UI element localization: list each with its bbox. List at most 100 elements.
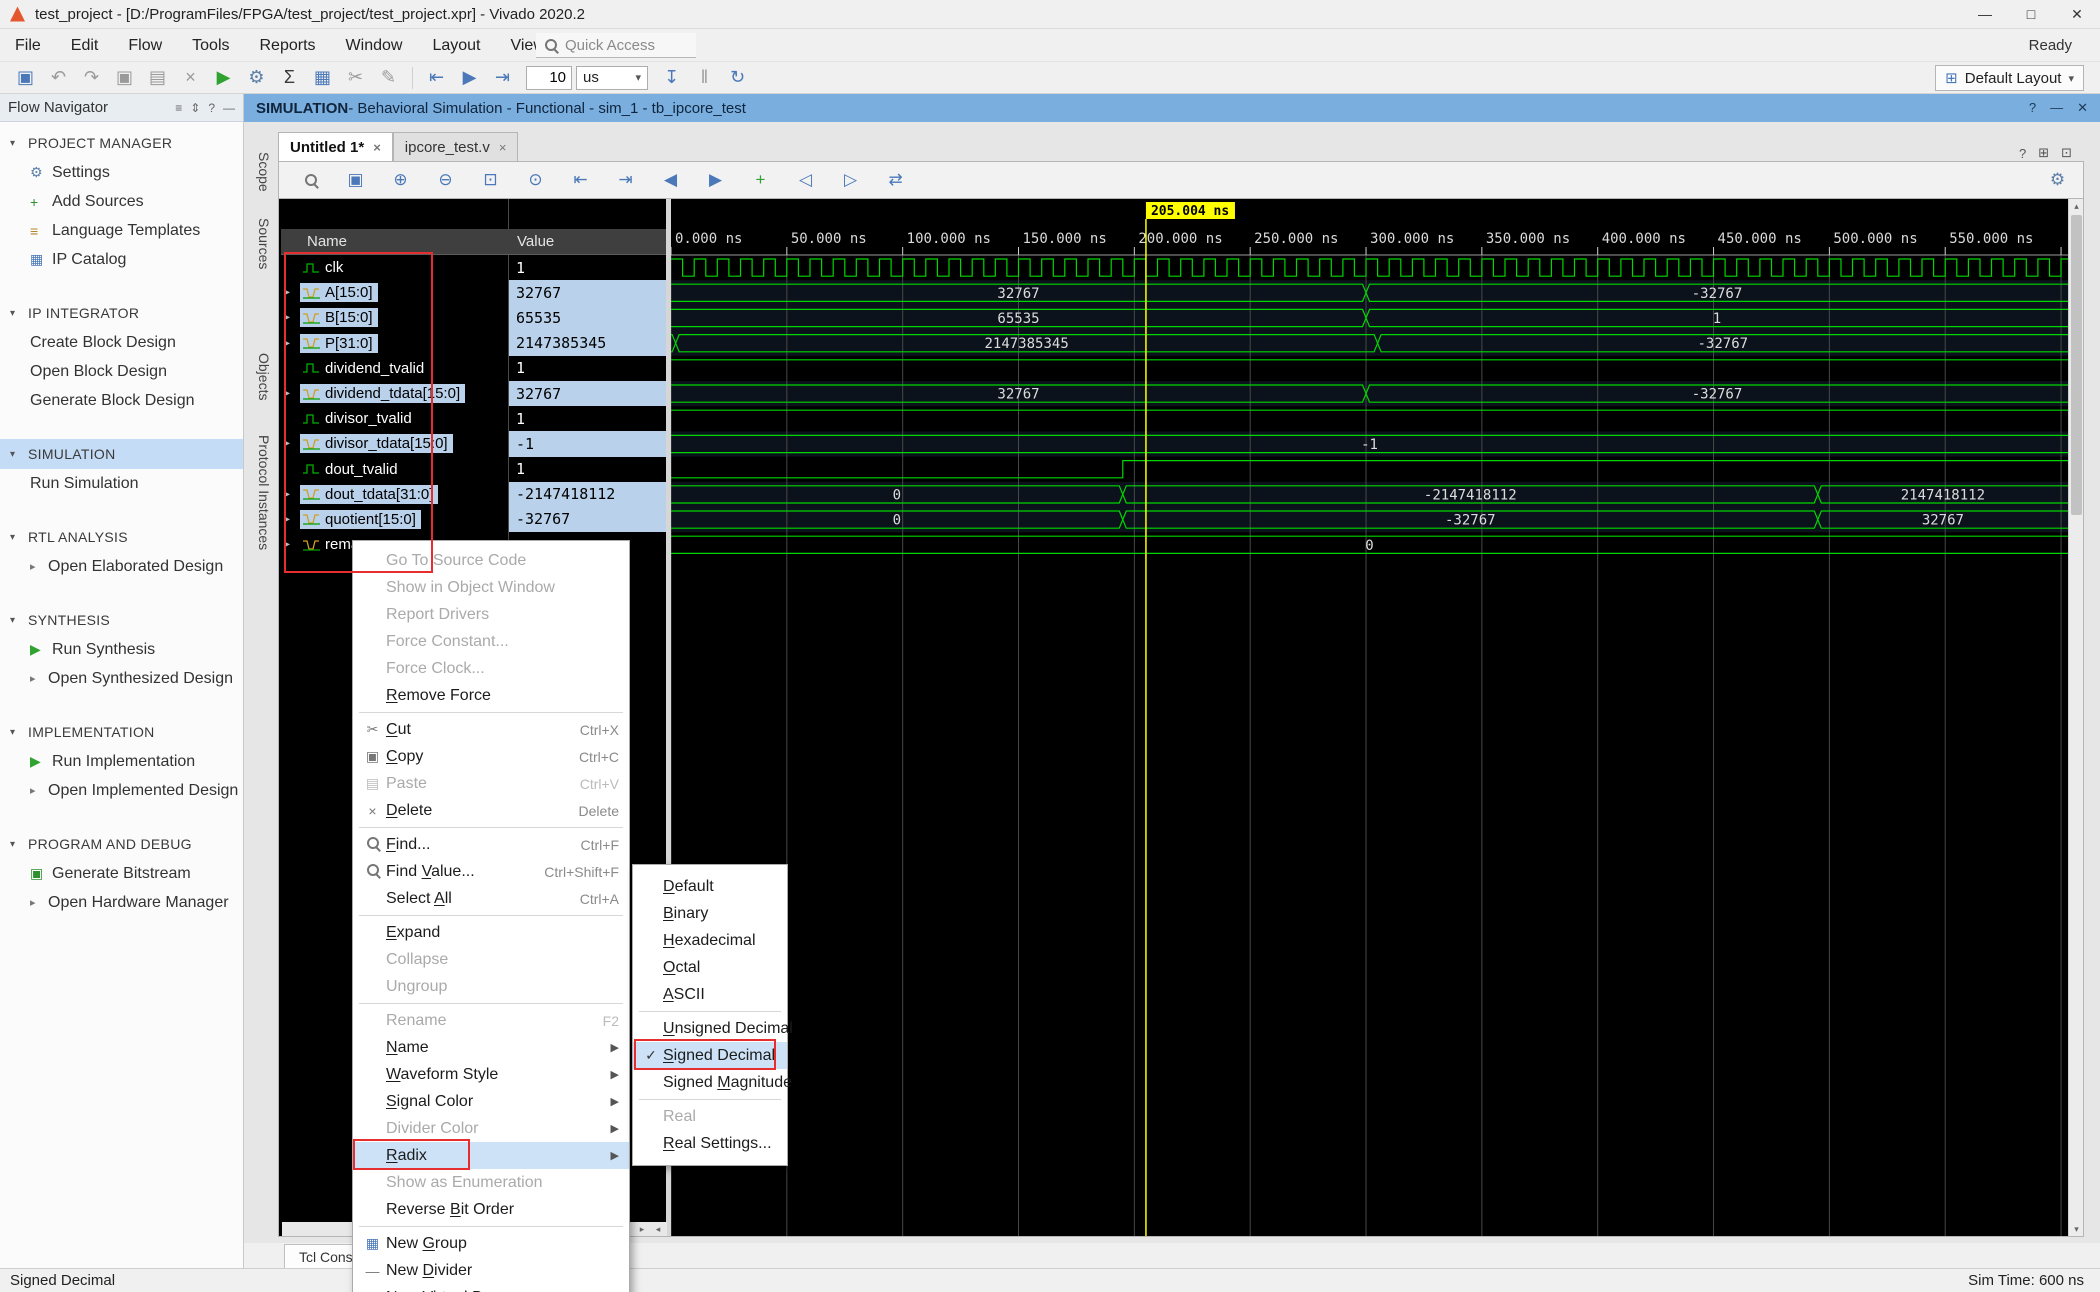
tab-ipcore-test-v[interactable]: ipcore_test.v× [393,132,519,161]
menu-reports[interactable]: Reports [245,29,331,62]
menu-item-cut[interactable]: ✂CutCtrl+X [353,716,629,743]
menu-item-radix-unsigned-decimal[interactable]: Unsigned Decimal [633,1015,787,1042]
flow-section-synthesis[interactable]: ▾SYNTHESIS [0,605,243,635]
close-tab-icon[interactable]: × [499,140,507,155]
menu-item-radix-octal[interactable]: Octal [633,954,787,981]
signal-row-divisor-tvalid[interactable]: divisor_tvalid [281,406,508,431]
minimize-icon[interactable]: — [223,101,235,115]
menu-window[interactable]: Window [331,29,418,62]
menu-item-copy[interactable]: ▣CopyCtrl+C [353,743,629,770]
expand-arrow-icon[interactable]: ▸ [285,287,300,298]
vertical-scrollbar[interactable]: ▴ ▾ [2068,199,2083,1236]
quick-access-search[interactable]: Quick Access [536,33,696,58]
menu-item-reverse-bit-order[interactable]: Reverse Bit Order [353,1196,629,1223]
flow-item-run-synthesis[interactable]: ▶Run Synthesis [0,635,243,664]
float-window-icon[interactable]: ⊞ [2038,145,2049,161]
menu-tools[interactable]: Tools [177,29,244,62]
menu-item-name[interactable]: Name▶ [353,1034,629,1061]
zoom-to-cursor-icon[interactable]: ⊙ [522,167,549,193]
menu-item-delete[interactable]: ×DeleteDelete [353,797,629,824]
relaunch-icon[interactable]: ↻ [724,65,751,91]
expand-arrow-icon[interactable]: ▸ [285,312,300,323]
menu-item-radix-signed-decimal[interactable]: ✓Signed Decimal [633,1042,787,1069]
flow-item-create-block-design[interactable]: Create Block Design [0,328,243,357]
flow-item-generate-block-design[interactable]: Generate Block Design [0,386,243,415]
waveform-plot[interactable]: 0.000 ns50.000 ns100.000 ns150.000 ns200… [671,199,2068,1236]
help-icon[interactable]: ? [208,101,215,115]
close-button[interactable]: ✕ [2054,0,2100,29]
flow-item-generate-bitstream[interactable]: ▣Generate Bitstream [0,859,243,888]
menu-item-find-value[interactable]: Find Value...Ctrl+Shift+F [353,858,629,885]
scroll-up-icon[interactable]: ▴ [2069,199,2084,213]
expand-arrow-icon[interactable]: ▸ [285,539,300,550]
scroll-left-icon[interactable]: ◂ [651,1224,665,1235]
copy-icon[interactable]: ▣ [111,65,138,91]
menu-item-radix[interactable]: Radix▶ [353,1142,629,1169]
close-tab-icon[interactable]: × [373,140,381,155]
menu-item-radix-default[interactable]: Default [633,873,787,900]
menu-item-radix-binary[interactable]: Binary [633,900,787,927]
redo-icon[interactable]: ↷ [78,65,105,91]
waveform-plot-area[interactable]: 0.000 ns50.000 ns100.000 ns150.000 ns200… [671,199,2068,1236]
flow-item-open-synthesized-design[interactable]: ▸Open Synthesized Design [0,664,243,693]
menu-file[interactable]: File [0,29,56,62]
waveform-settings-gear-icon[interactable]: ⚙ [2044,167,2071,193]
zoom-out-icon[interactable]: ⊖ [432,167,459,193]
tab-untitled-1[interactable]: Untitled 1*× [278,132,393,161]
dashboard-icon[interactable]: ▦ [309,65,336,91]
zoom-in-icon[interactable]: ⊕ [387,167,414,193]
simulation-panel-header[interactable]: SIMULATION - Behavioral Simulation - Fun… [244,94,2100,122]
maximize-button[interactable]: □ [2008,0,2054,29]
menu-item-remove-force[interactable]: Remove Force [353,682,629,709]
menu-item-signal-color[interactable]: Signal Color▶ [353,1088,629,1115]
paste-icon[interactable]: ▤ [144,65,171,91]
menu-item-waveform-style[interactable]: Waveform Style▶ [353,1061,629,1088]
menu-layout[interactable]: Layout [417,29,495,62]
goto-last-time-icon[interactable]: ⇥ [612,167,639,193]
flow-section-program-and-debug[interactable]: ▾PROGRAM AND DEBUG [0,829,243,859]
signal-row-a-15-0[interactable]: ▸A[15:0] [281,280,508,305]
flow-item-open-block-design[interactable]: Open Block Design [0,357,243,386]
signal-row-quotient-15-0[interactable]: ▸quotient[15:0] [281,507,508,532]
flow-item-ip-catalog[interactable]: ▦IP Catalog [0,245,243,274]
expand-chevron-icon[interactable]: ▸ [30,896,48,909]
help-icon[interactable]: ? [2029,100,2036,116]
menu-item-new-virtual-bus[interactable]: ▥New Virtual Bus [353,1284,629,1292]
flow-item-run-implementation[interactable]: ▶Run Implementation [0,747,243,776]
help-icon[interactable]: ? [2019,146,2026,161]
expand-chevron-icon[interactable]: ▸ [30,672,48,685]
expand-collapse-icon[interactable]: ⇕ [190,101,200,115]
signal-row-dout-tdata-31-0[interactable]: ▸dout_tdata[31:0] [281,482,508,507]
menu-item-radix-signed-magnitude[interactable]: Signed Magnitude [633,1069,787,1096]
scrollbar-thumb[interactable] [2071,215,2082,515]
flow-item-open-elaborated-design[interactable]: ▸Open Elaborated Design [0,552,243,581]
signal-row-clk[interactable]: clk [281,255,508,280]
menu-item-radix-ascii[interactable]: ASCII [633,981,787,1008]
expand-chevron-icon[interactable]: ▸ [30,560,48,573]
signal-row-b-15-0[interactable]: ▸B[15:0] [281,305,508,330]
expand-arrow-icon[interactable]: ▸ [285,489,300,500]
time-unit-select[interactable]: us ▾ [576,66,648,90]
flow-section-implementation[interactable]: ▾IMPLEMENTATION [0,717,243,747]
signal-row-dividend-tdata-15-0[interactable]: ▸dividend_tdata[15:0] [281,381,508,406]
flow-item-run-simulation[interactable]: Run Simulation [0,469,243,498]
flow-section-rtl-analysis[interactable]: ▾RTL ANALYSIS [0,522,243,552]
minimize-panel-icon[interactable]: — [2050,100,2063,116]
sigma-icon[interactable]: Σ [276,65,303,91]
find-icon[interactable] [297,167,324,193]
menu-item-radix-hexadecimal[interactable]: Hexadecimal [633,927,787,954]
signal-row-dividend-tvalid[interactable]: dividend_tvalid [281,356,508,381]
flow-section-ip-integrator[interactable]: ▾IP INTEGRATOR [0,298,243,328]
save-waveform-icon[interactable]: ▣ [342,167,369,193]
next-marker-icon[interactable]: ▷ [837,167,864,193]
menu-item-radix-real-settings[interactable]: Real Settings... [633,1130,787,1157]
toggle-icon[interactable]: ≡ [175,101,182,115]
settings-gear-icon[interactable]: ⚙ [243,65,270,91]
maximize-panel-icon[interactable]: ⊡ [2061,145,2072,161]
next-transition-icon[interactable]: ▶ [702,167,729,193]
delete-icon[interactable]: × [177,65,204,91]
prev-transition-icon[interactable]: ◀ [657,167,684,193]
restart-sim-icon[interactable]: ⇤ [423,65,450,91]
save-project-icon[interactable]: ▣ [12,65,39,91]
side-tab-objects[interactable]: Objects [246,343,278,410]
